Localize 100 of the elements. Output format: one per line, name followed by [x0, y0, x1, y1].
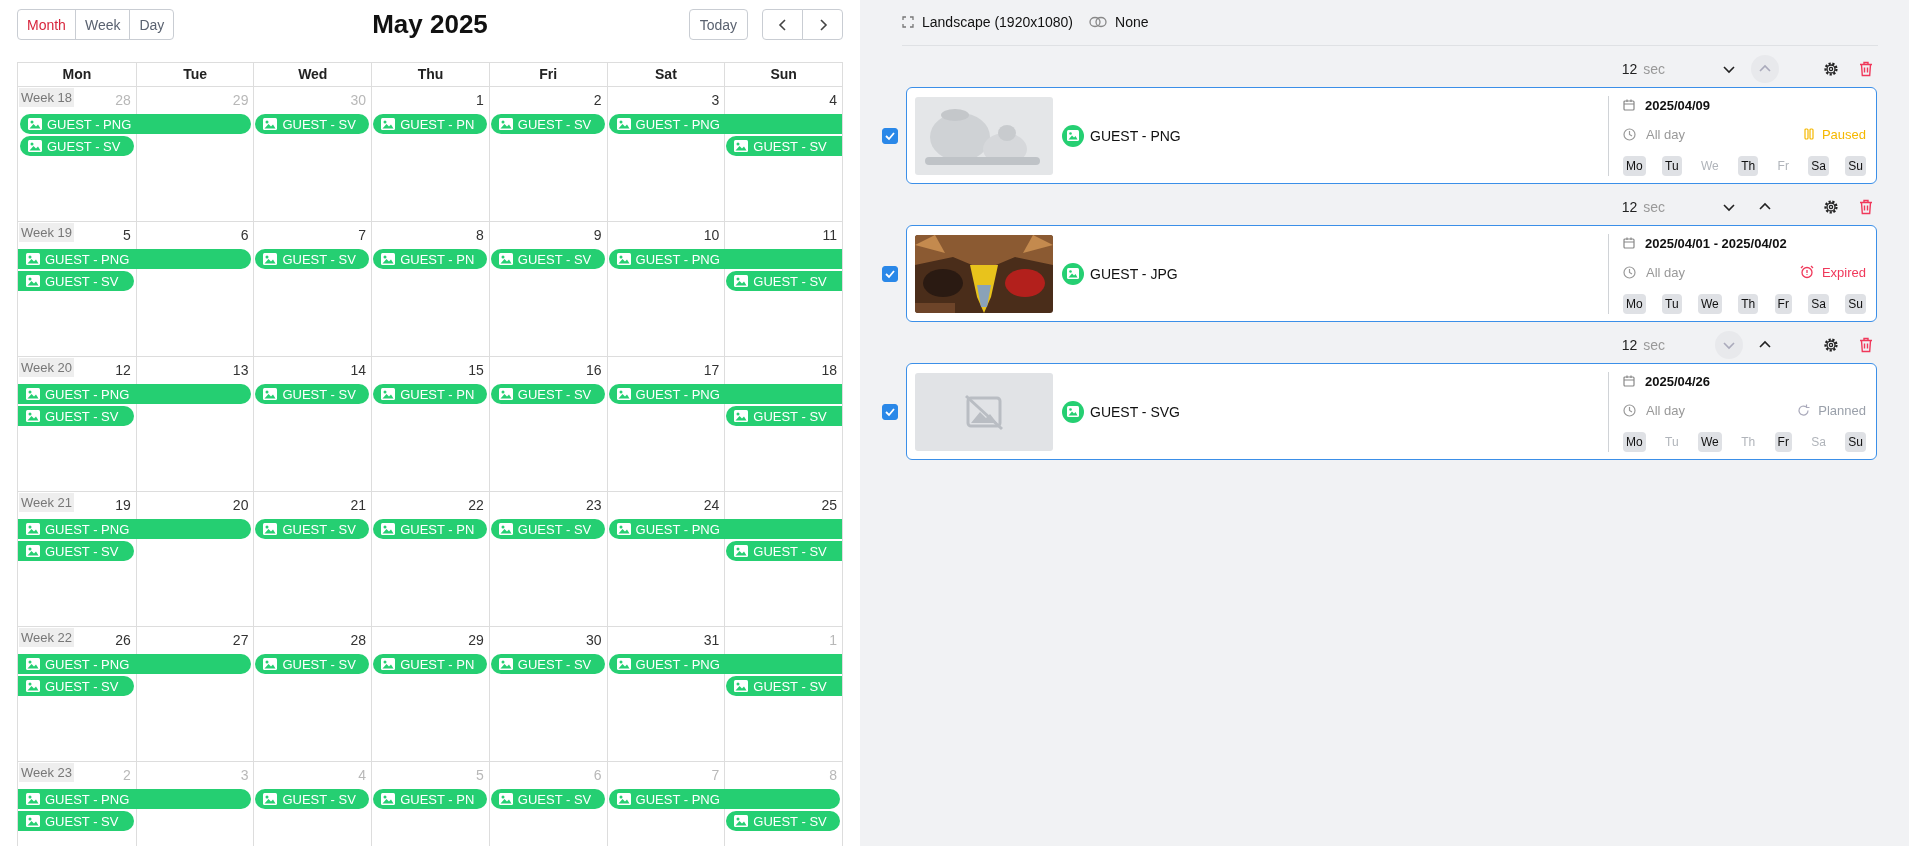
weekday-chip[interactable]: Fr: [1774, 431, 1792, 452]
event-bar[interactable]: GUEST - SV: [255, 789, 370, 809]
event-bar[interactable]: GUEST - PNG: [18, 249, 252, 269]
weekday-chip[interactable]: Fr: [1774, 293, 1792, 314]
event-bar[interactable]: GUEST - SV: [490, 519, 605, 539]
event-bar[interactable]: GUEST - PN: [373, 249, 487, 269]
event-bar[interactable]: GUEST - SV: [18, 676, 134, 696]
weekday-chip[interactable]: We: [1698, 293, 1722, 314]
day-number: 9: [593, 226, 602, 243]
event-bar[interactable]: GUEST - SV: [255, 384, 370, 404]
checkbox[interactable]: [882, 127, 898, 144]
next-button[interactable]: [802, 9, 843, 40]
playlist-card[interactable]: GUEST - SVG 2025/04/26 All day Planned Mo Tu We Th Fr Sa Su: [906, 363, 1877, 460]
delete-icon[interactable]: [1859, 337, 1873, 353]
day-number: 2: [122, 766, 131, 783]
event-bar[interactable]: GUEST - SV: [490, 654, 605, 674]
weekday-chip[interactable]: Mo: [1623, 155, 1646, 176]
weekday-chip[interactable]: Sa: [1808, 293, 1829, 314]
weekday-chip[interactable]: Su: [1845, 431, 1866, 452]
day-number: 25: [821, 496, 837, 513]
weekday-chip[interactable]: Mo: [1623, 293, 1646, 314]
image-icon: [498, 388, 513, 400]
day-number: 27: [232, 631, 249, 648]
weekday-chip[interactable]: Mo: [1623, 431, 1646, 452]
checkbox[interactable]: [882, 403, 898, 420]
settings-icon[interactable]: [1823, 199, 1839, 215]
image-icon: [1062, 262, 1084, 285]
event-bar[interactable]: GUEST - PNG: [18, 384, 252, 404]
day-number: 16: [586, 361, 602, 378]
event-bar[interactable]: GUEST - SV: [490, 384, 605, 404]
weekday-chip[interactable]: Fr: [1774, 155, 1792, 176]
image-icon: [381, 793, 396, 805]
event-bar[interactable]: GUEST - PNG: [608, 789, 840, 809]
event-bar[interactable]: GUEST - PN: [373, 519, 487, 539]
weekday-chip[interactable]: Tu: [1662, 431, 1682, 452]
weekday-chip[interactable]: Th: [1738, 431, 1759, 452]
view-tab[interactable]: Day: [129, 9, 175, 40]
delete-icon[interactable]: [1859, 61, 1873, 77]
event-bar[interactable]: GUEST - SV: [490, 789, 605, 809]
event-bar[interactable]: GUEST - SV: [18, 541, 134, 561]
event-bar[interactable]: GUEST - PNG: [608, 654, 842, 674]
event-bar[interactable]: GUEST - PN: [373, 654, 487, 674]
event-bar[interactable]: GUEST - PNG: [20, 114, 252, 134]
event-bar[interactable]: GUEST - PNG: [608, 114, 842, 134]
today-button[interactable]: Today: [688, 9, 748, 40]
event-bar[interactable]: GUEST - SV: [255, 519, 370, 539]
event-bar[interactable]: GUEST - PN: [373, 384, 487, 404]
weekday-chip[interactable]: Tu: [1662, 155, 1682, 176]
event-bar[interactable]: GUEST - SV: [726, 541, 842, 561]
day-number: 5: [122, 226, 131, 243]
playlist-card[interactable]: GUEST - PNG 2025/04/09 All day Paused Mo Tu We Th Fr Sa Su: [906, 87, 1877, 184]
event-bar[interactable]: GUEST - SV: [490, 114, 605, 134]
event-bar[interactable]: GUEST - SV: [726, 811, 840, 831]
weekday-chip[interactable]: Su: [1845, 155, 1866, 176]
weekday-chip[interactable]: Th: [1738, 293, 1759, 314]
playlist-card[interactable]: GUEST - JPG 2025/04/01 - 2025/04/02 All day Expired Mo Tu We Th Fr Sa Su: [906, 225, 1877, 322]
image-icon: [498, 253, 513, 265]
status-text: Expired: [1821, 264, 1866, 280]
duration-unit: sec: [1643, 199, 1665, 215]
event-bar[interactable]: GUEST - PNG: [18, 519, 252, 539]
event-bar[interactable]: GUEST - SV: [20, 136, 134, 156]
previous-button[interactable]: [762, 9, 803, 40]
weekday-header: Mon: [61, 65, 93, 84]
day-number: 5: [476, 766, 484, 783]
event-bar[interactable]: GUEST - SV: [18, 811, 134, 831]
day-number: 20: [232, 496, 249, 513]
weekday-chip[interactable]: Th: [1738, 155, 1759, 176]
event-bar[interactable]: GUEST - SV: [726, 271, 842, 291]
delete-icon[interactable]: [1859, 199, 1873, 215]
settings-icon[interactable]: [1823, 61, 1839, 77]
frame-icon: [902, 16, 914, 28]
image-icon: [381, 388, 396, 400]
event-bar[interactable]: GUEST - SV: [255, 654, 370, 674]
view-tab[interactable]: Month: [17, 9, 76, 40]
weekday-chip[interactable]: We: [1698, 431, 1722, 452]
event-bar[interactable]: GUEST - SV: [18, 271, 134, 291]
weekday-chip[interactable]: We: [1698, 155, 1722, 176]
weekday-chip[interactable]: Sa: [1808, 155, 1829, 176]
event-bar[interactable]: GUEST - SV: [255, 114, 370, 134]
event-bar[interactable]: GUEST - PNG: [18, 789, 252, 809]
checkbox[interactable]: [882, 265, 898, 282]
view-tab[interactable]: Week: [74, 9, 131, 40]
event-bar[interactable]: GUEST - PNG: [608, 384, 842, 404]
settings-icon[interactable]: [1823, 337, 1839, 353]
event-bar[interactable]: GUEST - PNG: [18, 654, 252, 674]
event-bar[interactable]: GUEST - PN: [373, 114, 487, 134]
event-bar[interactable]: GUEST - PNG: [608, 249, 842, 269]
alarm-icon: [1799, 265, 1814, 279]
day-number: 10: [703, 226, 720, 243]
weekday-chip[interactable]: Su: [1845, 293, 1866, 314]
event-bar[interactable]: GUEST - SV: [726, 406, 842, 426]
event-bar[interactable]: GUEST - SV: [726, 136, 842, 156]
event-bar[interactable]: GUEST - SV: [726, 676, 842, 696]
weekday-chip[interactable]: Tu: [1662, 293, 1682, 314]
event-bar[interactable]: GUEST - SV: [18, 406, 134, 426]
event-bar[interactable]: GUEST - PNG: [608, 519, 842, 539]
event-bar[interactable]: GUEST - PN: [373, 789, 487, 809]
weekday-chip[interactable]: Sa: [1808, 431, 1829, 452]
event-bar[interactable]: GUEST - SV: [490, 249, 605, 269]
event-bar[interactable]: GUEST - SV: [255, 249, 370, 269]
